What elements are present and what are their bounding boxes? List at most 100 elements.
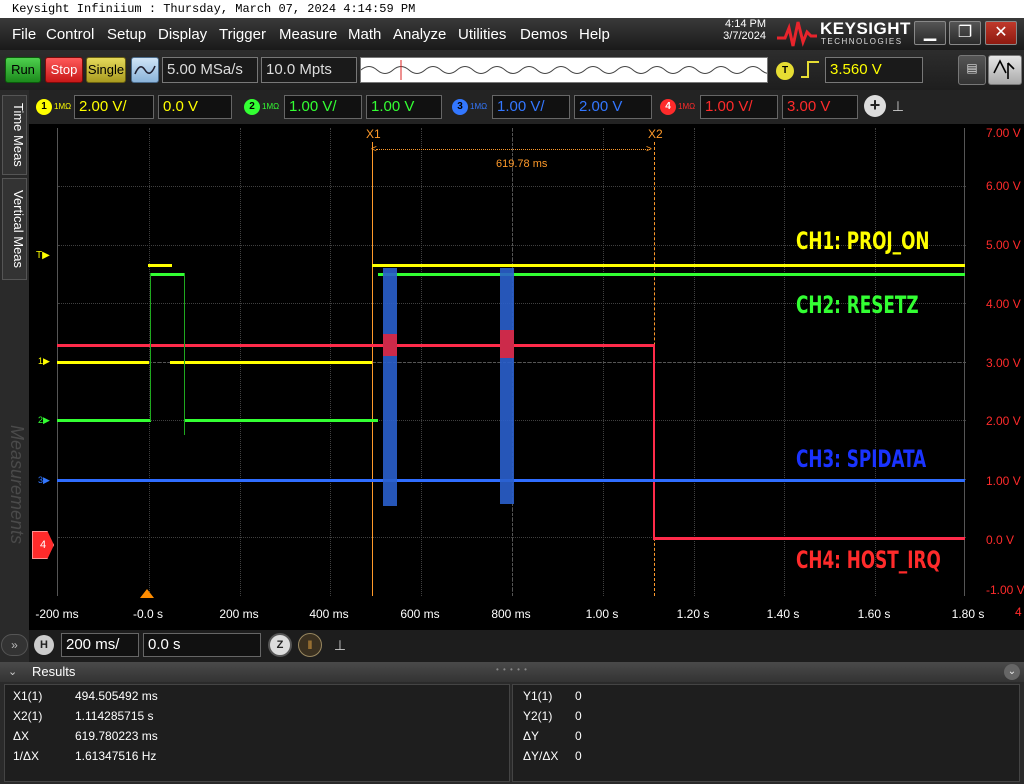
tab-vertical-meas[interactable]: Vertical Meas <box>2 178 27 280</box>
minimize-icon: ▁ <box>923 24 937 41</box>
ch2-badge[interactable]: 2 <box>244 99 260 115</box>
trigger-position-marker[interactable] <box>140 589 154 598</box>
trigger-level-marker[interactable]: T▶ <box>36 250 50 261</box>
y-tick-label: 6.00 V <box>986 179 1021 193</box>
ch3-ground-marker[interactable]: 3▶ <box>38 475 50 486</box>
trigger-level-field[interactable]: 3.560 V <box>825 57 923 83</box>
clock: 4:14 PM 3/7/2024 <box>700 18 766 42</box>
ch4-trace-low <box>654 537 965 540</box>
memory-depth-field[interactable]: 10.0 Mpts <box>261 57 357 83</box>
x1-cursor-label: X1 <box>366 127 381 141</box>
result-label: ΔX <box>13 729 30 743</box>
channel-bar: 1 1MΩ 2.00 V/ 0.0 V 2 1MΩ 1.00 V/ 1.00 V… <box>0 90 1024 124</box>
x-tick-label: 1.80 s <box>951 607 985 621</box>
horizontal-options-button[interactable]: ‖ <box>298 633 322 657</box>
menu-trigger[interactable]: Trigger <box>219 26 266 43</box>
autoscale-button[interactable] <box>131 57 159 83</box>
ch4-falling-edge <box>653 344 655 540</box>
ch1-trace-low <box>57 361 149 364</box>
ch4-scale[interactable]: 1.00 V/ <box>700 95 778 119</box>
run-button[interactable]: Run <box>5 57 41 83</box>
ch3-impedance: 1MΩ <box>470 102 488 111</box>
y-tick-label: 5.00 V <box>986 238 1021 252</box>
pin-button[interactable]: ⊥ <box>888 95 908 117</box>
ch1-scale[interactable]: 2.00 V/ <box>74 95 154 119</box>
time-scale-field[interactable]: 200 ms/ <box>61 633 139 657</box>
ch2-scale[interactable]: 1.00 V/ <box>284 95 362 119</box>
horizontal-pin-button[interactable]: ⊥ <box>330 634 350 656</box>
menu-file[interactable]: File <box>12 26 36 43</box>
ch1-label: CH1: PROJ_ON <box>796 227 930 255</box>
results-left-table: X1(1) 494.505492 ms X2(1) 1.114285715 s … <box>4 684 510 782</box>
waveform-overview[interactable] <box>360 57 778 83</box>
horizontal-badge[interactable]: H <box>34 635 54 655</box>
tab-time-meas[interactable]: Time Meas <box>2 95 27 175</box>
menu-setup[interactable]: Setup <box>107 26 146 43</box>
ch1-offset[interactable]: 0.0 V <box>158 95 232 119</box>
time-position-field[interactable]: 0.0 s <box>143 633 261 657</box>
ch2-ground-marker[interactable]: 2▶ <box>38 415 50 426</box>
add-channel-button[interactable]: + <box>864 95 886 117</box>
menu-help[interactable]: Help <box>579 26 610 43</box>
x1-cursor[interactable] <box>372 142 373 596</box>
keysight-logo: KEYSIGHT TECHNOLOGIES <box>775 18 910 50</box>
zoom-icon: Z <box>276 639 284 651</box>
double-chevron-right-icon: » <box>11 638 18 652</box>
close-button[interactable]: ✕ <box>985 21 1017 45</box>
result-value: 1.61347516 Hz <box>75 749 157 763</box>
minimize-button[interactable]: ▁ <box>914 21 946 45</box>
result-value: 1.114285715 s <box>75 709 154 723</box>
x-tick-label: 1.00 s <box>585 607 619 621</box>
menu-measure[interactable]: Measure <box>279 26 337 43</box>
result-label: Y2(1) <box>523 709 553 723</box>
collapse-results-button[interactable]: ⌄ <box>1004 664 1020 680</box>
sample-rate-field[interactable]: 5.00 MSa/s <box>162 57 258 83</box>
result-label: ΔY <box>523 729 540 743</box>
clock-date: 3/7/2024 <box>723 30 766 42</box>
ch1-ground-marker[interactable]: 1▶ <box>38 356 50 367</box>
ch4-offset[interactable]: 3.00 V <box>782 95 858 119</box>
y-tick-label: 2.00 V <box>986 414 1021 428</box>
delta-x-readout: 619.78 ms <box>496 158 548 170</box>
touch-icon <box>993 59 1015 79</box>
menu-display[interactable]: Display <box>158 26 207 43</box>
brand-name: KEYSIGHT <box>820 19 911 38</box>
drag-handle-icon[interactable]: • • • • • <box>496 665 528 674</box>
menu-math[interactable]: Math <box>348 26 381 43</box>
ch2-offset[interactable]: 1.00 V <box>366 95 442 119</box>
ch1-trace-high <box>372 264 965 267</box>
zoom-button[interactable]: Z <box>268 633 292 657</box>
trigger-badge[interactable]: T <box>776 62 794 80</box>
ch3-badge[interactable]: 3 <box>452 99 468 115</box>
result-value: 0 <box>575 729 582 743</box>
y-tick-label: 7.00 V <box>986 126 1021 140</box>
stop-button[interactable]: Stop <box>45 57 83 83</box>
menu-utilities[interactable]: Utilities <box>458 26 506 43</box>
brand-sub: TECHNOLOGIES <box>821 37 903 46</box>
ch3-scale[interactable]: 1.00 V/ <box>492 95 570 119</box>
ch4-impedance: 1MΩ <box>678 102 696 111</box>
ch4-noise-burst <box>500 330 514 358</box>
rising-edge-icon[interactable] <box>800 59 820 81</box>
keysight-wave-icon <box>777 21 817 47</box>
touch-mode-button[interactable] <box>988 55 1022 85</box>
menu-analyze[interactable]: Analyze <box>393 26 446 43</box>
ch1-trace-pulse <box>148 264 172 267</box>
collapse-chevron-icon[interactable]: ⌄ <box>8 665 17 678</box>
tabbed-layout-button[interactable]: ▤ <box>958 55 986 85</box>
ch3-spi-burst <box>500 268 514 504</box>
single-button[interactable]: Single <box>86 57 126 83</box>
result-label: X2(1) <box>13 709 43 723</box>
ch2-edge <box>150 273 151 421</box>
y-tick-label: 0.0 V <box>986 533 1015 547</box>
menu-demos[interactable]: Demos <box>520 26 568 43</box>
result-value: 0 <box>575 689 582 703</box>
menu-control[interactable]: Control <box>46 26 94 43</box>
results-header[interactable]: ⌄ Results • • • • • ⌄ <box>0 662 1024 682</box>
ch4-badge[interactable]: 4 <box>660 99 676 115</box>
expand-panel-button[interactable]: » <box>1 634 28 656</box>
ch3-offset[interactable]: 2.00 V <box>574 95 652 119</box>
ch1-badge[interactable]: 1 <box>36 99 52 115</box>
pin-icon: ⊥ <box>333 637 347 653</box>
restore-button[interactable]: ❐ <box>949 21 981 45</box>
